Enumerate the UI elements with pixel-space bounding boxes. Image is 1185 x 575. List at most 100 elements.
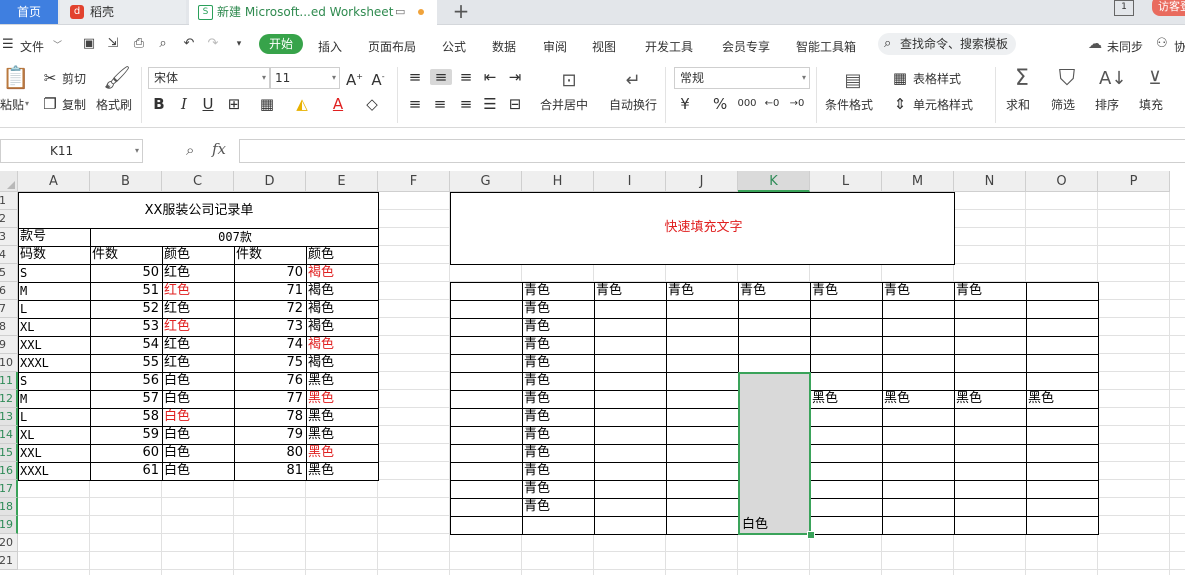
indent-decrease-icon[interactable]: ⇤ [482,69,498,85]
table1-cell[interactable]: XL [18,426,90,444]
table1-cell[interactable]: XL [18,318,90,336]
table2-top-cell[interactable]: 青色 [666,282,738,300]
table1-cell[interactable]: XXXL [18,354,90,372]
sort-icon[interactable]: A↓ [1099,67,1126,91]
table1-cell[interactable]: 51 [90,282,162,300]
font-size-select[interactable]: 11 ▾ [270,67,340,89]
save-icon[interactable]: ▣ [82,37,96,51]
table1-cell[interactable]: 76 [234,372,306,390]
visitor-login-button[interactable]: 访客登 [1152,0,1185,16]
merge-center-icon[interactable]: ⊡ [556,69,582,93]
align-bottom-icon[interactable]: ≡ [458,69,474,85]
table1-cell[interactable]: 77 [234,390,306,408]
column-header-a[interactable]: A [18,171,90,192]
border-icon[interactable]: ⊞ [226,96,242,112]
table1-cell[interactable]: 褐色 [306,300,378,318]
row-header-16[interactable]: 16 [0,462,18,480]
table1-header-cell[interactable]: 颜色 [162,246,234,264]
menu-tab-insert[interactable]: 插入 [318,38,342,55]
row-header-6[interactable]: 6 [0,282,18,300]
merge-center-button[interactable]: 合并居中 [540,96,588,113]
table2-h-cell[interactable]: 青色 [522,300,594,318]
row-header-1[interactable]: 1 [0,192,18,210]
table1-cell[interactable]: XXL [18,444,90,462]
table1-cell[interactable]: 黑色 [306,408,378,426]
column-header-e[interactable]: E [306,171,378,192]
column-header-p[interactable]: P [1098,171,1170,192]
menu-tab-smart-tools[interactable]: 智能工具箱 [796,38,856,55]
table1-header-cell[interactable]: 件数 [90,246,162,264]
window-count-box[interactable]: 1 [1114,0,1134,16]
table2-h-cell[interactable]: 青色 [522,498,594,516]
sum-button[interactable]: 求和 [1006,96,1030,113]
table1-cell[interactable]: 红色 [162,354,234,372]
collab-button[interactable]: 协 [1174,38,1185,55]
column-header-b[interactable]: B [90,171,162,192]
row-header-21[interactable]: 21 [0,552,18,570]
tab-workbook[interactable]: S 新建 Microsoft...ed Worksheet ▭ [189,0,437,25]
row-header-11[interactable]: 11 [0,372,18,390]
table2-h-cell[interactable]: 青色 [522,426,594,444]
fill-down-icon[interactable]: ⊻ [1143,67,1167,91]
table1-cell[interactable]: 80 [234,444,306,462]
underline-button[interactable]: U [201,96,215,112]
menu-tab-page-layout[interactable]: 页面布局 [368,38,416,55]
export-icon[interactable]: ⇲ [106,37,120,51]
menu-tab-formula[interactable]: 公式 [442,38,466,55]
more-chevron-icon[interactable]: ▾ [232,37,246,51]
cell-style-button[interactable]: 单元格样式 [913,96,973,113]
table1-cell[interactable]: 52 [90,300,162,318]
row-header-8[interactable]: 8 [0,318,18,336]
table1-cell[interactable]: S [18,264,90,282]
distributed-icon[interactable]: ⊟ [507,96,523,112]
table1-cell[interactable]: 白色 [162,462,234,480]
table1-cell[interactable]: 白色 [162,426,234,444]
align-right-icon[interactable]: ≡ [458,96,474,112]
table1-cell[interactable]: 白色 [162,372,234,390]
hamburger-icon[interactable]: ☰ [2,37,14,52]
column-header-g[interactable]: G [450,171,522,192]
row-header-19[interactable]: 19 [0,516,18,534]
table1-cell[interactable]: 59 [90,426,162,444]
new-tab-button[interactable]: + [452,0,470,24]
redo-icon[interactable]: ↷ [206,37,220,51]
paste-caret-icon[interactable]: ▾ [25,99,29,108]
print-icon[interactable]: ⎙ [132,37,146,51]
format-painter-button[interactable]: 格式刷 [96,96,132,113]
table2-black-cell[interactable]: 黑色 [882,390,954,408]
table1-cell[interactable]: 红色 [162,264,234,282]
column-header-n[interactable]: N [954,171,1026,192]
table1-style-value[interactable]: 007款 [90,228,378,246]
menu-tab-developer[interactable]: 开发工具 [645,38,693,55]
filter-icon[interactable]: ⛉ [1055,67,1079,91]
table1-cell[interactable]: 黑色 [306,444,378,462]
scissors-icon[interactable]: ✂ [42,70,58,86]
row-header-12[interactable]: 12 [0,390,18,408]
table2-h-cell[interactable]: 青色 [522,480,594,498]
number-format-select[interactable]: 常规 ▾ [674,67,810,89]
table1-style-label[interactable]: 款号 [18,228,90,246]
column-header-l[interactable]: L [810,171,882,192]
table2-h-cell[interactable]: 青色 [522,354,594,372]
table1-header-cell[interactable]: 件数 [234,246,306,264]
row-header-2[interactable]: 2 [0,210,18,228]
table2-h-cell[interactable]: 青色 [522,390,594,408]
table1-cell[interactable]: 73 [234,318,306,336]
row-header-4[interactable]: 4 [0,246,18,264]
table2-top-cell[interactable]: 青色 [954,282,1026,300]
table-style-icon[interactable]: ▦ [892,70,908,86]
table2-h-cell[interactable]: 青色 [522,462,594,480]
table2-black-cell[interactable]: 黑色 [954,390,1026,408]
row-header-18[interactable]: 18 [0,498,18,516]
table2-h-cell[interactable]: 青色 [522,444,594,462]
table1-cell[interactable]: 红色 [162,282,234,300]
table2-top-cell[interactable]: 青色 [810,282,882,300]
fill-button[interactable]: 填充 [1139,96,1163,113]
insert-function-button[interactable]: fx [212,140,226,158]
conditional-format-icon[interactable]: ▤ [840,69,866,93]
formula-input[interactable] [239,139,1185,163]
row-header-7[interactable]: 7 [0,300,18,318]
column-header-m[interactable]: M [882,171,954,192]
row-header-3[interactable]: 3 [0,228,18,246]
menu-tab-view[interactable]: 视图 [592,38,616,55]
